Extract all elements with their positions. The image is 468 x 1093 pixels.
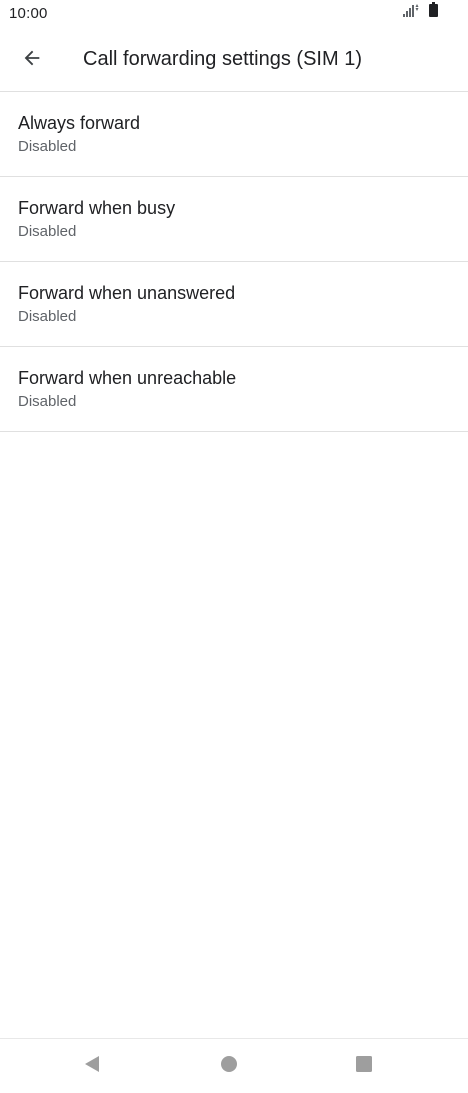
setting-forward-when-busy[interactable]: Forward when busy Disabled bbox=[0, 177, 468, 262]
arrow-left-icon bbox=[21, 47, 43, 74]
setting-summary: Disabled bbox=[18, 223, 77, 240]
status-icons bbox=[403, 2, 438, 22]
setting-title: Forward when unreachable bbox=[18, 368, 237, 388]
home-circle-icon bbox=[220, 1055, 238, 1078]
setting-forward-when-unreachable[interactable]: Forward when unreachable Disabled bbox=[0, 347, 468, 432]
nav-back-button[interactable] bbox=[77, 1051, 107, 1081]
nav-recents-button[interactable] bbox=[349, 1051, 379, 1081]
setting-summary: Disabled bbox=[18, 138, 77, 155]
page-title: Call forwarding settings (SIM 1) bbox=[83, 48, 362, 70]
recents-square-icon bbox=[355, 1055, 373, 1078]
settings-list: Always forward Disabled Forward when bus… bbox=[0, 92, 468, 432]
setting-forward-when-unanswered[interactable]: Forward when unanswered Disabled bbox=[0, 262, 468, 347]
signal-icon bbox=[403, 3, 423, 22]
nav-home-button[interactable] bbox=[214, 1051, 244, 1081]
setting-title: Forward when unanswered bbox=[18, 283, 236, 303]
status-time: 10:00 bbox=[9, 5, 48, 22]
setting-summary: Disabled bbox=[18, 308, 77, 325]
status-bar: 10:00 bbox=[0, 0, 468, 30]
setting-always-forward[interactable]: Always forward Disabled bbox=[0, 92, 468, 177]
navigation-bar bbox=[0, 1038, 468, 1093]
setting-title: Forward when busy bbox=[18, 198, 176, 218]
back-button[interactable] bbox=[14, 42, 50, 78]
back-triangle-icon bbox=[83, 1055, 101, 1078]
battery-icon bbox=[429, 2, 438, 22]
setting-title: Always forward bbox=[18, 113, 141, 133]
app-bar: Call forwarding settings (SIM 1) bbox=[0, 30, 468, 92]
setting-summary: Disabled bbox=[18, 393, 77, 410]
